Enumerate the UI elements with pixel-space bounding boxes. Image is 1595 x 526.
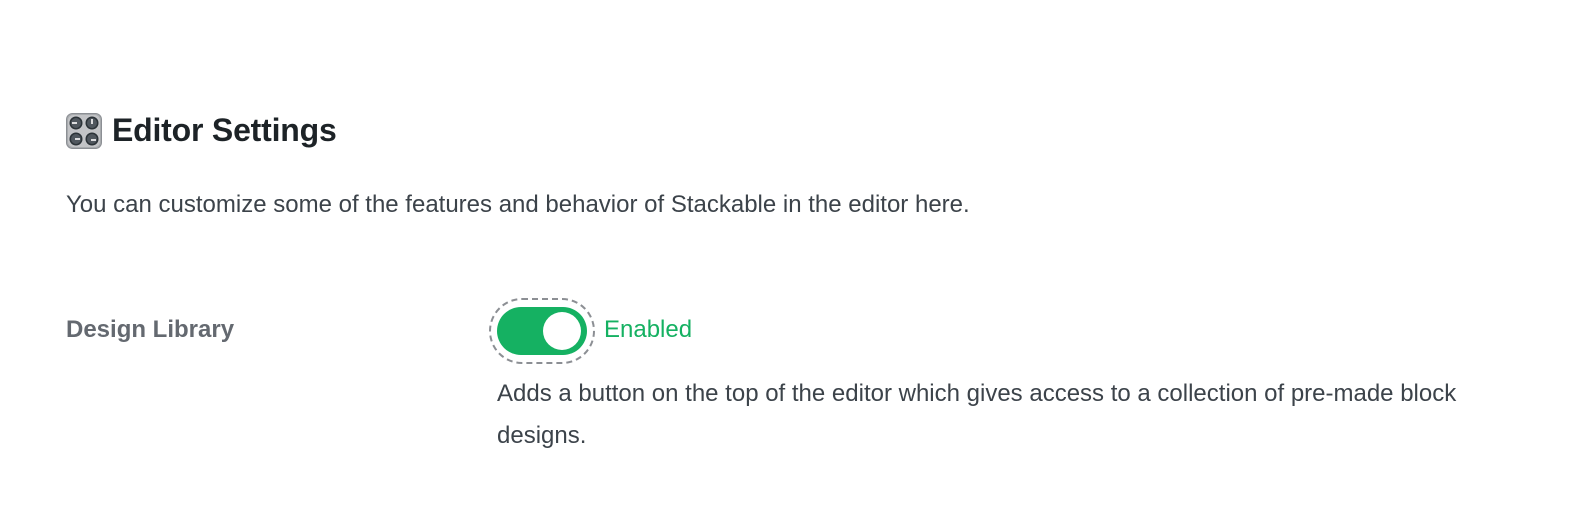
section-heading: Editor Settings <box>66 112 337 149</box>
design-library-toggle[interactable] <box>489 298 595 364</box>
toggle-track <box>497 307 587 355</box>
toggle-status-text: Enabled <box>604 316 693 343</box>
control-knobs-icon <box>66 112 102 149</box>
toggle-knob <box>543 312 581 350</box>
setting-description: Adds a button on the top of the editor w… <box>497 380 1457 449</box>
setting-label: Design Library <box>66 316 235 343</box>
page-title: Editor Settings <box>112 112 337 148</box>
section-intro: You can customize some of the features a… <box>66 191 970 218</box>
editor-settings-page: Editor Settings You can customize some o… <box>0 0 1595 526</box>
